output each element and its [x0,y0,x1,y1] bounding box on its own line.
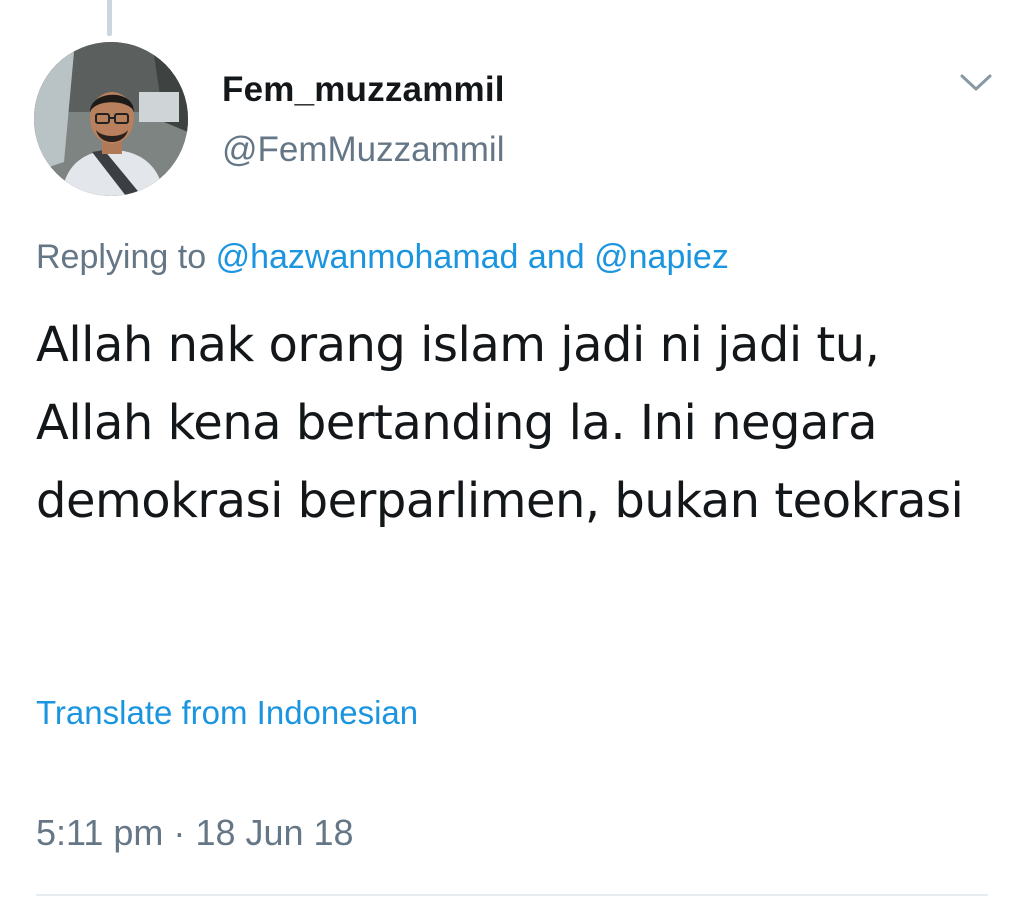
user-avatar-photo-icon [34,42,188,196]
author-avatar[interactable] [34,42,188,196]
reply-mention-hazwanmohamad[interactable]: @hazwanmohamad [216,238,519,276]
chevron-down-icon [960,74,992,91]
reply-mention-joiner: and [527,238,585,276]
tweet-time: 5:11 pm [36,812,164,853]
tweet-detail: Fem_muzzammil @FemMuzzammil Replying to … [0,0,1024,904]
replying-to-line: Replying to @hazwanmohamad and @napiez [36,238,729,277]
author-handle[interactable]: @FemMuzzammil [222,130,504,170]
tweet-timestamp[interactable]: 5:11 pm · 18 Jun 18 [36,812,354,854]
tweet-menu-button[interactable] [956,68,996,98]
tweet-text: Allah nak orang islam jadi ni jadi tu, A… [36,317,964,529]
tweet-date: 18 Jun 18 [195,812,354,853]
timestamp-separator: · [173,812,186,853]
reply-mention-napiez[interactable]: @napiez [594,238,729,276]
author-display-name[interactable]: Fem_muzzammil [222,70,505,110]
translate-link[interactable]: Translate from Indonesian [36,694,418,732]
replying-to-label: Replying to [36,238,207,276]
thread-connector-line [107,0,112,36]
bottom-divider [36,894,988,896]
